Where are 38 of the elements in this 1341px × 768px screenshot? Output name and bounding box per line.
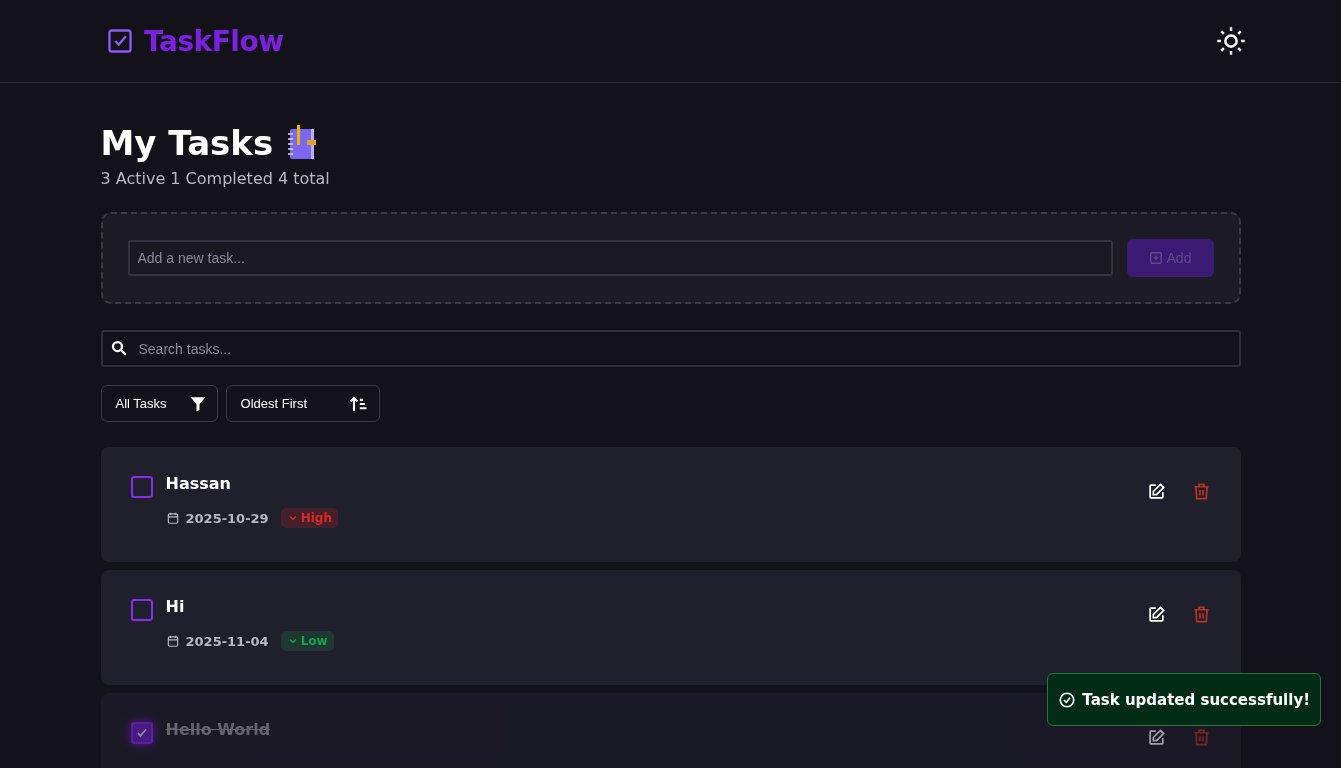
plus-square-icon	[1148, 251, 1163, 265]
edit-button[interactable]	[1146, 482, 1166, 501]
calendar-icon	[165, 511, 180, 525]
filter-icon	[188, 394, 207, 413]
toast-message: Task updated successfully!	[1082, 690, 1310, 709]
trash-icon	[1191, 482, 1211, 501]
trash-icon	[1191, 605, 1211, 624]
edit-icon	[1146, 728, 1166, 747]
theme-toggle-button[interactable]	[1216, 26, 1246, 56]
task-summary: 3 Active 1 Completed 4 total	[100, 169, 331, 188]
search-field[interactable]: Search tasks...	[100, 330, 1241, 367]
sun-icon	[1216, 26, 1246, 56]
calendar-icon	[165, 634, 180, 648]
edit-icon	[1146, 605, 1166, 624]
edit-icon	[1146, 482, 1166, 501]
task-checkbox[interactable]	[130, 599, 153, 621]
task-title: Hello World	[165, 720, 271, 739]
task-title: Hi	[165, 597, 186, 616]
priority-badge: High	[280, 508, 338, 528]
edit-button[interactable]	[1146, 605, 1166, 624]
sort-dropdown[interactable]: Oldest First	[225, 385, 381, 422]
delete-button[interactable]	[1191, 605, 1211, 624]
checkbox-icon	[106, 27, 134, 55]
search-icon	[109, 339, 128, 357]
task-title: Hassan	[165, 474, 232, 493]
check-circle-icon	[1058, 690, 1077, 709]
filter-dropdown[interactable]: All Tasks	[100, 385, 218, 422]
notebook-icon	[287, 125, 318, 161]
task-checkbox[interactable]	[130, 722, 153, 744]
delete-button[interactable]	[1191, 482, 1211, 501]
task-checkbox[interactable]	[130, 476, 153, 498]
priority-badge: Low	[280, 631, 334, 651]
checkmark-icon	[134, 726, 149, 740]
due-date: 2025-10-29	[185, 510, 269, 526]
edit-button[interactable]	[1146, 728, 1166, 747]
due-date: 2025-11-04	[185, 633, 269, 649]
trash-icon	[1191, 728, 1211, 747]
page-title: My Tasks	[100, 123, 274, 163]
